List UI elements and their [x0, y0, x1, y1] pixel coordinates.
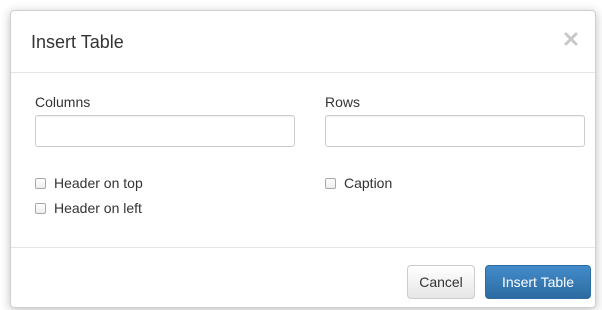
insert-table-dialog: Insert Table Columns Rows Header on top … — [10, 10, 596, 308]
rows-label: Rows — [325, 94, 361, 110]
rows-input[interactable] — [325, 115, 585, 147]
header-on-top-option[interactable]: Header on top — [35, 174, 143, 192]
insert-table-button[interactable]: Insert Table — [485, 265, 591, 299]
dialog-header: Insert Table — [11, 11, 595, 73]
header-on-left-checkbox[interactable] — [35, 202, 46, 214]
header-on-left-option[interactable]: Header on left — [35, 199, 142, 217]
columns-input[interactable] — [35, 115, 295, 147]
dialog-title: Insert Table — [31, 32, 124, 52]
close-icon-glyph — [564, 32, 578, 46]
caption-checkbox[interactable] — [325, 177, 336, 189]
caption-label: Caption — [344, 175, 393, 191]
dialog-footer: Cancel Insert Table — [11, 247, 595, 307]
header-on-top-checkbox[interactable] — [35, 177, 46, 189]
header-on-top-label: Header on top — [54, 175, 143, 191]
caption-option[interactable]: Caption — [325, 174, 392, 192]
cancel-button[interactable]: Cancel — [407, 265, 475, 299]
header-on-left-label: Header on left — [54, 200, 142, 216]
screen: Insert Table Columns Rows Header on top … — [0, 0, 602, 310]
columns-label: Columns — [35, 94, 91, 110]
close-icon[interactable] — [561, 29, 581, 49]
